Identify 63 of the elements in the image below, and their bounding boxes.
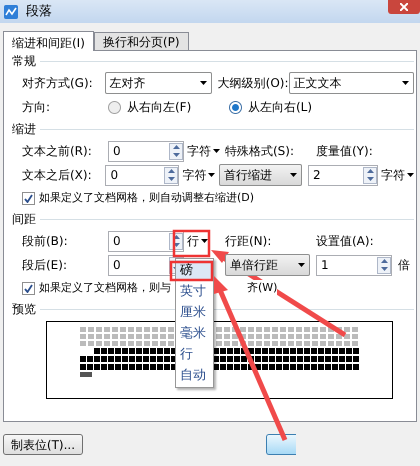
section-title: 常规 <box>12 53 36 70</box>
field-label: 特殊格式(S): <box>225 143 296 160</box>
field-label: 大纲级别(O): <box>218 75 289 92</box>
menu-item[interactable]: 自动 <box>176 365 213 386</box>
radio-button[interactable]: 从右向左(F) <box>108 98 229 116</box>
caret-icon <box>402 81 410 85</box>
field-label: 文本之后(X): <box>22 167 93 184</box>
number-field[interactable]: 0 <box>108 230 184 252</box>
checkbox-label: 如果定义了文档网格，则与 <box>39 280 171 296</box>
radio-button[interactable]: 从左向右(L) <box>229 98 379 116</box>
number-field[interactable]: 1 <box>316 254 392 276</box>
menu-item[interactable]: 行 <box>176 344 213 365</box>
caret-icon <box>201 239 208 243</box>
number-field[interactable]: 0 <box>108 140 184 162</box>
field-label: 度量值(Y): <box>316 143 373 160</box>
tab-stops-button[interactable]: 制表位(T)... <box>3 434 83 455</box>
menu-item[interactable]: 毫米 <box>176 323 213 344</box>
menu-item[interactable]: 厘米 <box>176 302 213 323</box>
caret-icon <box>407 173 414 177</box>
unit-dropdown[interactable]: 字符 <box>381 166 414 184</box>
caret-icon <box>200 81 207 85</box>
field-label: 方向: <box>22 99 52 116</box>
dropdown[interactable]: 正文文本 <box>288 72 414 94</box>
tab[interactable]: 换行和分页(P) <box>94 32 189 50</box>
unit-dropdown[interactable]: 字符 <box>187 142 225 160</box>
dropdown[interactable]: 左对齐 <box>104 72 212 94</box>
checkbox-label: 齐(W) <box>247 280 278 296</box>
dropdown[interactable]: 单倍行距 <box>225 254 310 276</box>
caret-icon <box>298 263 305 267</box>
field-label: 行距(N): <box>225 233 272 250</box>
highlight-box <box>172 230 210 258</box>
section-title: 预览 <box>12 301 36 318</box>
number-field[interactable]: 2 <box>308 164 378 186</box>
section-title: 间距 <box>12 211 36 228</box>
close-button[interactable] <box>388 0 420 14</box>
ok-button[interactable] <box>266 434 296 455</box>
unit-dropdown[interactable]: 行 <box>187 232 225 250</box>
spinner-icon[interactable] <box>169 142 183 160</box>
app-icon <box>4 4 18 18</box>
unit-label: 倍 <box>398 257 410 274</box>
checkbox-label: 如果定义了文档网格，则自动调整右缩进(D) <box>39 190 254 206</box>
caret-icon <box>290 173 297 177</box>
menu-item[interactable]: 英寸 <box>176 281 213 302</box>
field-label: 段后(E): <box>22 257 68 274</box>
window-title: 段落 <box>26 2 52 21</box>
field-label: 段前(B): <box>22 233 69 250</box>
unit-dropdown[interactable]: 字符 <box>182 166 220 184</box>
field-label: 文本之前(R): <box>22 143 93 160</box>
caret-icon <box>213 149 220 153</box>
spinner-icon[interactable] <box>377 256 391 274</box>
dropdown[interactable]: 首行缩进 <box>219 164 302 186</box>
spinner-icon[interactable] <box>164 166 178 184</box>
highlight-box <box>170 260 214 282</box>
field-label: 对齐方式(G): <box>22 75 94 92</box>
caret-icon <box>208 173 216 177</box>
close-icon <box>400 3 408 11</box>
tab[interactable]: 缩进和间距(I) <box>3 31 94 51</box>
number-field[interactable]: 0 <box>105 164 180 186</box>
checkbox[interactable] <box>22 192 35 204</box>
spinner-icon[interactable] <box>363 166 377 184</box>
section-title: 缩进 <box>12 121 36 138</box>
field-label: 设置值(A): <box>316 233 374 250</box>
checkbox[interactable] <box>22 282 35 294</box>
